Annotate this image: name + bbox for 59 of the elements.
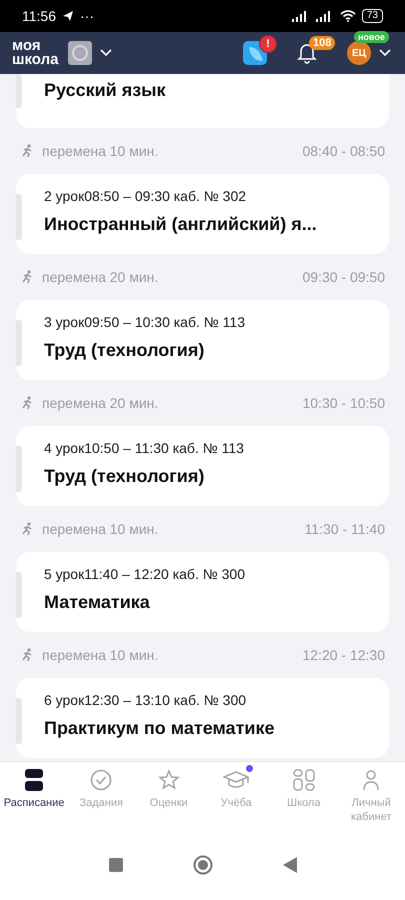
card-accent-bar — [16, 194, 22, 240]
break-time: 09:30 - 09:50 — [302, 269, 385, 285]
lesson-card[interactable]: 2 урок08:50 – 09:30 каб. № 302 Иностранный (английский) я... — [16, 174, 389, 254]
lesson-card[interactable]: 3 урок09:50 – 10:30 каб. № 113 Труд (технология) — [16, 300, 389, 380]
chevron-down-icon[interactable] — [100, 49, 112, 57]
card-accent-bar — [16, 446, 22, 492]
recents-button-icon[interactable] — [108, 858, 122, 872]
break-time: 08:40 - 08:50 — [302, 143, 385, 159]
back-button-icon[interactable] — [282, 857, 296, 873]
lesson-title: Русский язык — [44, 80, 167, 101]
new-badge: новое — [354, 31, 389, 43]
clock: 11:56 — [22, 8, 56, 24]
lesson-card[interactable]: 4 урок10:50 – 11:30 каб. № 113 Труд (технология) — [16, 426, 389, 506]
send-icon — [62, 10, 74, 22]
nav-tab[interactable]: Расписание — [0, 762, 68, 840]
schedule-icon — [24, 769, 44, 791]
card-accent-bar — [16, 320, 22, 366]
lesson-info: 5 урок11:40 – 12:20 каб. № 300 — [44, 566, 246, 582]
break-time: 12:20 - 12:30 — [302, 647, 385, 663]
app-logo: моя школа — [12, 39, 58, 67]
break-time: 10:30 - 10:50 — [302, 395, 385, 411]
grid-icon — [292, 769, 315, 791]
person-icon — [362, 769, 380, 791]
check-circle-icon — [90, 769, 112, 791]
wifi-icon — [340, 10, 356, 22]
more-indicator: ··· — [80, 8, 94, 24]
notification-count: 108 — [309, 36, 336, 50]
star-icon — [158, 769, 180, 791]
home-button-icon[interactable] — [192, 855, 212, 875]
lesson-title: Иностранный (английский) я... — [44, 214, 318, 235]
lesson-info: 6 урок12:30 – 13:10 каб. № 300 — [44, 692, 248, 708]
break-label: перемена 20 мин. — [42, 269, 158, 285]
running-person-icon — [20, 270, 34, 284]
lesson-title: Математика — [44, 592, 151, 613]
lesson-card[interactable]: 5 урок11:40 – 12:20 каб. № 300 Математика — [16, 552, 389, 632]
battery-indicator: 73 — [362, 9, 383, 23]
card-accent-bar — [16, 572, 22, 618]
running-person-icon — [20, 522, 34, 536]
lesson-title: Труд (технология) — [44, 340, 206, 361]
lesson-title: Практикум по математике — [44, 718, 276, 739]
card-accent-bar — [16, 74, 22, 108]
lesson-info: 3 урок09:50 – 10:30 каб. № 113 — [44, 314, 246, 330]
lesson-info: 4 урок10:50 – 11:30 каб. № 113 — [44, 440, 245, 456]
running-person-icon — [20, 396, 34, 410]
school-emblem-icon[interactable] — [68, 41, 92, 65]
lesson-card[interactable]: 6 урок12:30 – 13:10 каб. № 300 Практикум по математике — [16, 678, 389, 758]
chevron-down-icon[interactable] — [379, 49, 391, 57]
lesson-info: 2 урок08:50 – 09:30 каб. № 302 — [44, 188, 248, 204]
alert-badge: ! — [259, 35, 277, 53]
card-accent-bar — [16, 698, 22, 744]
running-person-icon — [20, 144, 34, 158]
lesson-title: Труд (технология) — [44, 466, 206, 487]
lesson-card[interactable]: Русский язык — [16, 74, 389, 128]
break-label: перемена 10 мин. — [42, 521, 158, 537]
running-person-icon — [20, 648, 34, 662]
break-label: перемена 20 мин. — [42, 395, 158, 411]
break-label: перемена 10 мин. — [42, 143, 158, 159]
break-label: перемена 10 мин. — [42, 647, 158, 663]
break-time: 11:30 - 11:40 — [304, 521, 385, 537]
